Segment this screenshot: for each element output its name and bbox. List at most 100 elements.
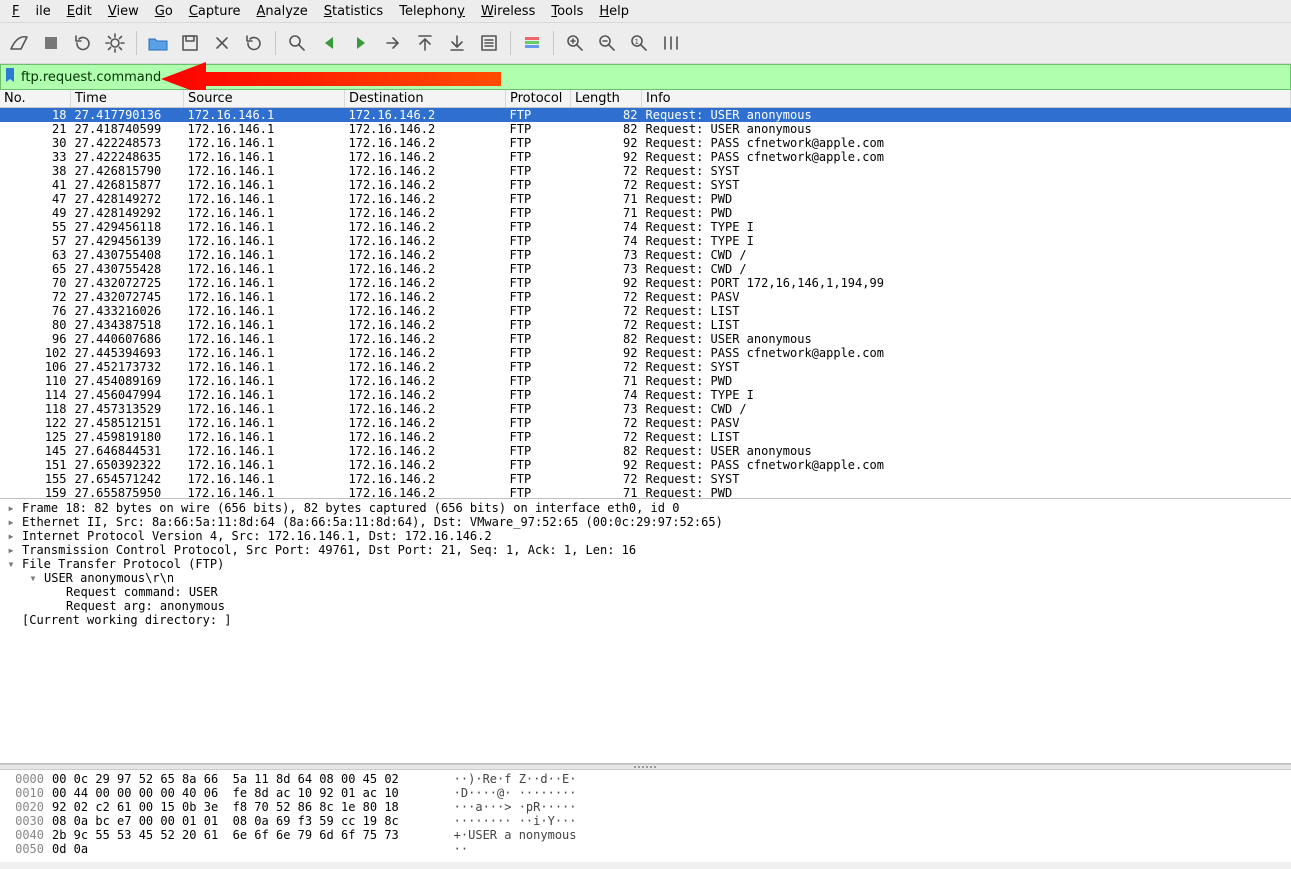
zoom-reset-button[interactable]: 1 — [626, 30, 652, 56]
table-row[interactable]: 3027.422248573172.16.146.1172.16.146.2FT… — [0, 136, 1291, 150]
menu-edit[interactable]: Edit — [59, 2, 100, 21]
stop-capture-button[interactable] — [38, 30, 64, 56]
table-row[interactable]: 7027.432072725172.16.146.1172.16.146.2FT… — [0, 276, 1291, 290]
restart-capture-button[interactable] — [70, 30, 96, 56]
detail-ip[interactable]: Internet Protocol Version 4, Src: 172.16… — [22, 529, 492, 543]
expand-icon[interactable]: ▸ — [0, 515, 22, 529]
menu-file[interactable]: File — [4, 2, 59, 21]
expand-icon[interactable]: ▸ — [0, 543, 22, 557]
column-header-destination[interactable]: Destination — [345, 90, 506, 108]
go-last-button[interactable] — [444, 30, 470, 56]
column-header-no[interactable]: No. — [0, 90, 71, 108]
table-row[interactable]: 5727.429456139172.16.146.1172.16.146.2FT… — [0, 234, 1291, 248]
open-file-button[interactable] — [145, 30, 171, 56]
hex-row[interactable]: 00500d 0a ·· — [0, 842, 1291, 856]
go-to-packet-button[interactable] — [380, 30, 406, 56]
menu-wireless[interactable]: Wireless — [473, 2, 543, 21]
zoom-out-button[interactable] — [594, 30, 620, 56]
table-row[interactable]: 9627.440607686172.16.146.1172.16.146.2FT… — [0, 332, 1291, 346]
table-row[interactable]: 14527.646844531172.16.146.1172.16.146.2F… — [0, 444, 1291, 458]
toolbar-separator — [275, 31, 276, 55]
column-header-info[interactable]: Info — [642, 90, 1291, 108]
table-row[interactable]: 6327.430755408172.16.146.1172.16.146.2FT… — [0, 248, 1291, 262]
go-forward-button[interactable] — [348, 30, 374, 56]
go-back-button[interactable] — [316, 30, 342, 56]
cell: 172.16.146.1 — [184, 220, 345, 234]
hex-row[interactable]: 003008 0a bc e7 00 00 01 01 08 0a 69 f3 … — [0, 814, 1291, 828]
column-header-time[interactable]: Time — [71, 90, 184, 108]
expand-icon[interactable]: ▸ — [0, 529, 22, 543]
menu-statistics[interactable]: Statistics — [316, 2, 391, 21]
table-row[interactable]: 15927.655875950172.16.146.1172.16.146.2F… — [0, 486, 1291, 499]
detail-ethernet[interactable]: Ethernet II, Src: 8a:66:5a:11:8d:64 (8a:… — [22, 515, 723, 529]
table-row[interactable]: 3827.426815790172.16.146.1172.16.146.2FT… — [0, 164, 1291, 178]
packet-list-pane[interactable]: No. Time Source Destination Protocol Len… — [0, 90, 1291, 499]
filter-bookmark-button[interactable] — [1, 67, 19, 87]
table-row[interactable]: 4727.428149272172.16.146.1172.16.146.2FT… — [0, 192, 1291, 206]
table-row[interactable]: 7227.432072745172.16.146.1172.16.146.2FT… — [0, 290, 1291, 304]
table-row[interactable]: 11027.454089169172.16.146.1172.16.146.2F… — [0, 374, 1291, 388]
table-row[interactable]: 3327.422248635172.16.146.1172.16.146.2FT… — [0, 150, 1291, 164]
hex-row[interactable]: 00402b 9c 55 53 45 52 20 61 6e 6f 6e 79 … — [0, 828, 1291, 842]
table-row[interactable]: 10627.452173732172.16.146.1172.16.146.2F… — [0, 360, 1291, 374]
table-row[interactable]: 12527.459819180172.16.146.1172.16.146.2F… — [0, 430, 1291, 444]
arrow-right-icon — [351, 33, 371, 53]
resize-columns-button[interactable] — [658, 30, 684, 56]
column-header-length[interactable]: Length — [571, 90, 642, 108]
detail-ftp-cmd[interactable]: Request command: USER — [22, 585, 218, 599]
menu-capture[interactable]: Capture — [181, 2, 249, 21]
menu-telephony[interactable]: Telephony — [391, 2, 473, 21]
detail-frame[interactable]: Frame 18: 82 bytes on wire (656 bits), 8… — [22, 501, 679, 515]
go-first-button[interactable] — [412, 30, 438, 56]
capture-options-button[interactable] — [102, 30, 128, 56]
expand-icon[interactable]: ▸ — [0, 501, 22, 515]
cell: 72 — [571, 416, 642, 430]
menu-go[interactable]: Go — [147, 2, 181, 21]
table-row[interactable]: 5527.429456118172.16.146.1172.16.146.2FT… — [0, 220, 1291, 234]
menu-analyze[interactable]: Analyze — [249, 2, 316, 21]
table-row[interactable]: 12227.458512151172.16.146.1172.16.146.2F… — [0, 416, 1291, 430]
close-file-button[interactable] — [209, 30, 235, 56]
cell: 33 — [0, 150, 71, 164]
menu-tools[interactable]: Tools — [543, 2, 591, 21]
zoom-in-button[interactable] — [562, 30, 588, 56]
hex-row[interactable]: 002092 02 c2 61 00 15 0b 3e f8 70 52 86 … — [0, 800, 1291, 814]
auto-scroll-button[interactable] — [476, 30, 502, 56]
cell: Request: PASS cfnetwork@apple.com — [642, 458, 1291, 472]
table-row[interactable]: 6527.430755428172.16.146.1172.16.146.2FT… — [0, 262, 1291, 276]
table-row[interactable]: 2127.418740599172.16.146.1172.16.146.2FT… — [0, 122, 1291, 136]
start-capture-button[interactable] — [6, 30, 32, 56]
pane-splitter[interactable] — [0, 764, 1291, 770]
detail-ftp[interactable]: File Transfer Protocol (FTP) — [22, 557, 224, 571]
colorize-button[interactable] — [519, 30, 545, 56]
table-row[interactable]: 4127.426815877172.16.146.1172.16.146.2FT… — [0, 178, 1291, 192]
menu-help[interactable]: Help — [591, 2, 637, 21]
table-row[interactable]: 15527.654571242172.16.146.1172.16.146.2F… — [0, 472, 1291, 486]
hex-row[interactable]: 001000 44 00 00 00 00 40 06 fe 8d ac 10 … — [0, 786, 1291, 800]
find-packet-button[interactable] — [284, 30, 310, 56]
column-header-protocol[interactable]: Protocol — [506, 90, 571, 108]
collapse-icon[interactable]: ▾ — [0, 571, 44, 585]
table-row[interactable]: 8027.434387518172.16.146.1172.16.146.2FT… — [0, 318, 1291, 332]
hex-row[interactable]: 000000 0c 29 97 52 65 8a 66 5a 11 8d 64 … — [0, 772, 1291, 786]
reload-button[interactable] — [241, 30, 267, 56]
column-header-source[interactable]: Source — [184, 90, 345, 108]
menu-view[interactable]: View — [100, 2, 147, 21]
detail-ftp-cwd[interactable]: [Current working directory: ] — [22, 613, 232, 627]
table-row[interactable]: 10227.445394693172.16.146.1172.16.146.2F… — [0, 346, 1291, 360]
packet-bytes-pane[interactable]: 000000 0c 29 97 52 65 8a 66 5a 11 8d 64 … — [0, 770, 1291, 862]
table-row[interactable]: 11427.456047994172.16.146.1172.16.146.2F… — [0, 388, 1291, 402]
save-file-button[interactable] — [177, 30, 203, 56]
packet-list-table[interactable]: No. Time Source Destination Protocol Len… — [0, 90, 1291, 499]
detail-ftp-arg[interactable]: Request arg: anonymous — [22, 599, 225, 613]
table-row[interactable]: 4927.428149292172.16.146.1172.16.146.2FT… — [0, 206, 1291, 220]
display-filter-input[interactable] — [19, 69, 1290, 86]
detail-tcp[interactable]: Transmission Control Protocol, Src Port:… — [22, 543, 636, 557]
table-row[interactable]: 1827.417790136172.16.146.1172.16.146.2FT… — [0, 108, 1291, 123]
detail-ftp-line[interactable]: USER anonymous\r\n — [44, 571, 174, 585]
table-row[interactable]: 11827.457313529172.16.146.1172.16.146.2F… — [0, 402, 1291, 416]
collapse-icon[interactable]: ▾ — [0, 557, 22, 571]
table-row[interactable]: 15127.650392322172.16.146.1172.16.146.2F… — [0, 458, 1291, 472]
table-row[interactable]: 7627.433216026172.16.146.1172.16.146.2FT… — [0, 304, 1291, 318]
packet-details-pane[interactable]: ▸Frame 18: 82 bytes on wire (656 bits), … — [0, 499, 1291, 764]
